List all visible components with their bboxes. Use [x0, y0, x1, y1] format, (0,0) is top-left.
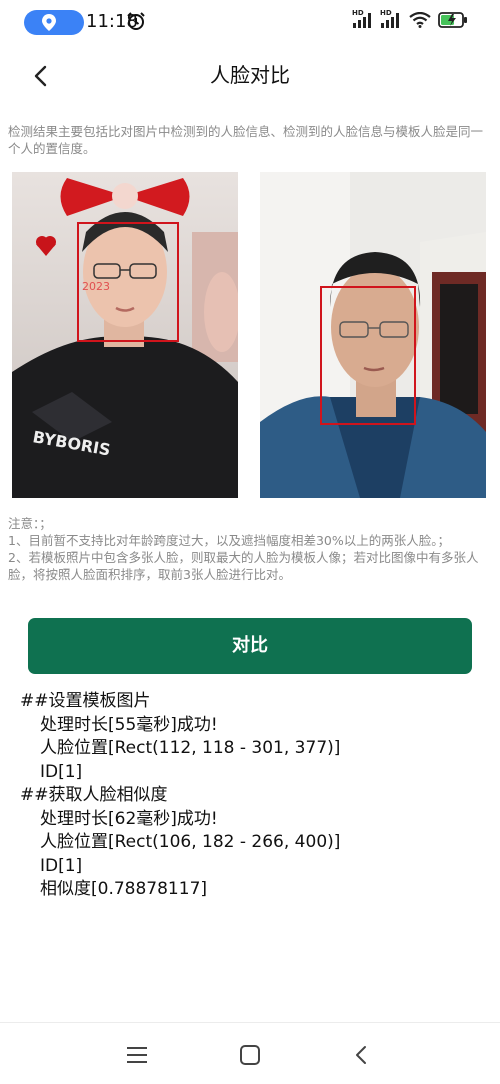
notes-section: 注意：； 1、目前暂不支持比对年龄跨度过大，以及遮挡幅度相差30%以上的两张人脸…	[8, 515, 494, 583]
log-template-id: ID[1]	[40, 761, 83, 782]
home-icon[interactable]	[237, 1043, 263, 1067]
result-log: ##设置模板图片 处理时长[55毫秒]成功! 人脸位置[Rect(112, 11…	[20, 690, 340, 902]
log-similarity-value: 相似度[0.78878117]	[40, 879, 208, 899]
nav-back-icon[interactable]	[349, 1043, 375, 1067]
page-title: 人脸对比	[210, 63, 290, 87]
signal-icon	[353, 13, 371, 28]
notes-heading: 注意：；	[8, 516, 52, 531]
status-bar: 11:18 HD HD	[0, 0, 500, 44]
log-template-heading: ##设置模板图片	[20, 691, 151, 711]
menu-icon[interactable]	[124, 1043, 150, 1067]
location-pill[interactable]	[24, 10, 84, 35]
compare-button[interactable]: 对比	[28, 618, 472, 674]
signal-icon-2	[381, 13, 399, 28]
log-similarity-time: 处理时长[62毫秒]成功!	[40, 808, 218, 829]
template-photo[interactable]: BYBORIS 2023	[12, 172, 238, 498]
log-similarity-heading: ##获取人脸相似度	[20, 785, 168, 805]
wifi-icon	[409, 12, 431, 28]
log-similarity-rect: 人脸位置[Rect(106, 182 - 266, 400)]	[40, 832, 341, 852]
log-similarity-id: ID[1]	[40, 855, 83, 876]
svg-text:2023: 2023	[82, 280, 110, 293]
alarm-icon	[127, 12, 145, 30]
description-text: 检测结果主要包括比对图片中检测到的人脸信息、检测到的人脸信息与模板人脸是同一个人…	[8, 124, 484, 156]
log-template-time: 处理时长[55毫秒]成功!	[40, 714, 218, 735]
log-template-rect: 人脸位置[Rect(112, 118 - 301, 377)]	[40, 738, 341, 758]
location-icon	[42, 14, 56, 31]
system-nav-bar	[0, 1022, 500, 1084]
notes-item-2: 2、若模板照片中包含多张人脸，则取最大的人脸为模板人像；若对比图像中有多张人脸，…	[8, 550, 479, 582]
battery-charging-icon	[438, 12, 467, 28]
compare-photo[interactable]	[260, 172, 486, 498]
notes-item-1: 1、目前暂不支持比对年龄跨度过大，以及遮挡幅度相差30%以上的两张人脸。；	[8, 533, 450, 548]
